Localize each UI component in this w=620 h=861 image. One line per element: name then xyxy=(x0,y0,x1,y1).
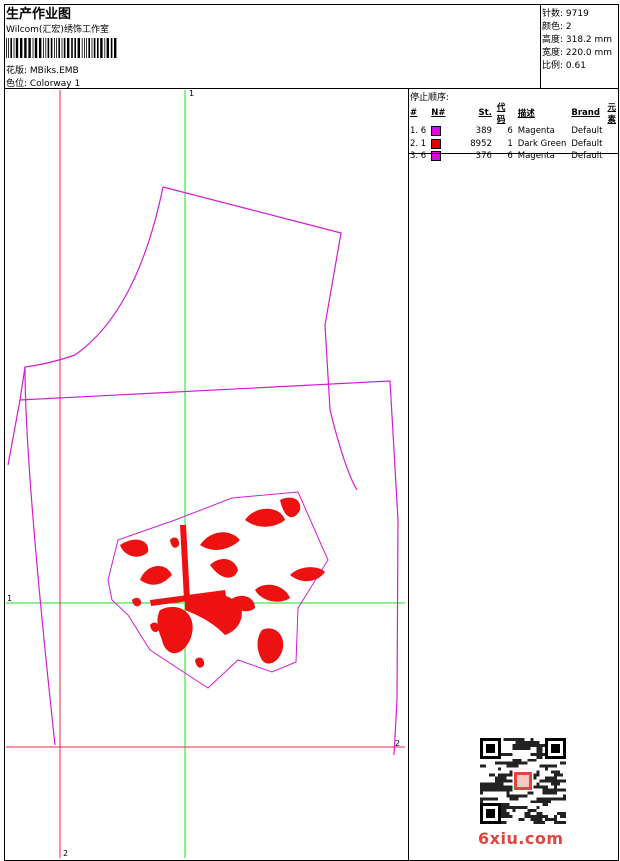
stitch-dot xyxy=(195,657,205,668)
guide-label-h-green: 1 xyxy=(7,594,12,603)
stitch-scroll xyxy=(255,584,290,602)
guide-lines: 1 1 2 2 xyxy=(6,89,405,858)
stitch-dot xyxy=(132,597,142,607)
design-canvas: 1 1 2 2 xyxy=(6,89,405,858)
stitch-scroll xyxy=(245,508,285,527)
stitch-scroll xyxy=(200,532,240,550)
garment-outline xyxy=(7,186,399,756)
stitch-stem xyxy=(180,525,190,600)
stitch-scroll xyxy=(290,567,325,582)
stitch-petal xyxy=(157,606,193,654)
stitch-curl xyxy=(210,558,238,578)
stitch-dot xyxy=(170,537,180,548)
stitch-leaf xyxy=(120,539,149,557)
motif-outline xyxy=(107,491,329,689)
guide-label-v-red: 2 xyxy=(63,849,68,858)
guide-label-v-green: 1 xyxy=(189,89,194,98)
stitch-scroll xyxy=(140,565,172,585)
watermark-site: 6xiu.com xyxy=(478,829,564,848)
embroidery-motif xyxy=(107,491,329,689)
qr-code-icon xyxy=(480,738,566,824)
stitch-leaf xyxy=(280,497,301,518)
guide-label-h-red: 2 xyxy=(395,739,400,748)
motif-stitches xyxy=(120,497,325,668)
stitch-leaf xyxy=(257,628,284,664)
